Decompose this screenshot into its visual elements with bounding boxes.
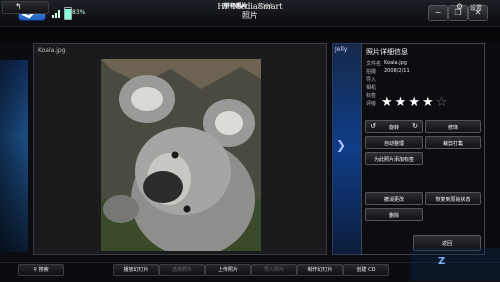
next-photo-filename: Jelly [335, 46, 348, 53]
star-2-icon[interactable]: ★ [395, 95, 409, 110]
play-slideshow-label: 播放幻灯片 [123, 267, 149, 273]
return-label: 返回 [441, 241, 452, 247]
create-slideshow-label: 制作幻灯片 [307, 267, 333, 273]
star-4-icon[interactable]: ★ [422, 95, 436, 110]
detail-label-camera: 相机 [366, 85, 377, 91]
select-photo-label: 选择照片 [171, 267, 192, 273]
upload-photo-label: 上传照片 [217, 267, 238, 273]
import-photo-button[interactable]: 导入照片 [251, 264, 297, 276]
restore-original-button[interactable]: 恢复到原始状态 [425, 192, 481, 205]
select-photo-button[interactable]: 选择照片 [159, 264, 205, 276]
navigation-bar [0, 26, 500, 41]
previous-photo-shade [0, 60, 28, 252]
detail-label-rating: 评级 [366, 101, 377, 107]
koala-photo[interactable] [101, 59, 261, 251]
star-1-icon[interactable]: ★ [381, 95, 395, 110]
detail-label-filename: 文件名 [366, 61, 382, 67]
crop-button[interactable]: 裁剪打集 [425, 136, 481, 149]
rating-stars[interactable]: ★★★★☆ [381, 95, 449, 110]
delete-label: 删除 [388, 213, 399, 219]
upload-photo-button[interactable]: 上传照片 [205, 264, 251, 276]
star-3-icon[interactable]: ★ [408, 95, 422, 110]
back-icon: ↰ [15, 2, 22, 11]
rotate-right-icon[interactable]: ↻ [410, 122, 420, 130]
add-tags-button[interactable]: 为此照片添加标签 [365, 152, 423, 165]
create-cd-button[interactable]: 创建 CD [343, 264, 389, 276]
details-title: 照片详细信息 [366, 48, 408, 56]
photo-details-panel [361, 43, 485, 255]
watermark-logo: Z [410, 248, 500, 281]
detail-label-imported: 导入 [366, 77, 377, 83]
star-5-icon[interactable]: ☆ [436, 95, 450, 110]
photo-filename: Koala.jpg [38, 47, 66, 54]
auto-adjust-label: 自动整理 [383, 141, 404, 147]
fix-label: 修饰 [447, 125, 458, 131]
create-slideshow-button[interactable]: 制作幻灯片 [297, 264, 343, 276]
next-arrow-icon[interactable]: ❯ [336, 138, 346, 152]
detail-label-taken: 拍摄 [366, 69, 377, 75]
detail-value-filename: Koala.jpg [384, 60, 407, 66]
search-icon: ⚲ [33, 267, 38, 273]
play-slideshow-button[interactable]: 播放幻灯片 [113, 264, 159, 276]
gear-icon[interactable]: ⚙ [456, 2, 463, 12]
detail-label-tags: 标签 [366, 93, 377, 99]
import-photo-label: 导入照片 [263, 267, 284, 273]
koala-image [101, 59, 261, 251]
search-label: 搜索 [38, 267, 49, 273]
undo-changes-button[interactable]: 撤消更改 [365, 192, 423, 205]
back-button[interactable]: ↰ [2, 1, 49, 14]
undo-changes-label: 撤消更改 [383, 197, 404, 203]
search-button[interactable]: ⚲ 搜索 [18, 264, 64, 276]
add-tags-label: 为此照片添加标签 [373, 157, 414, 163]
fix-button[interactable]: 修饰 [425, 120, 481, 133]
auto-adjust-button[interactable]: 自动整理 [365, 136, 423, 149]
detail-value-taken: 2008/2/11 [384, 68, 410, 74]
rotate-button[interactable]: ↺ 旋转 ↻ [365, 120, 423, 133]
breadcrumb: 所有照片 2008 [48, 1, 448, 13]
create-cd-label: 创建 CD [356, 267, 376, 273]
breadcrumb-year[interactable]: 2008 [257, 3, 272, 10]
delete-button[interactable]: 删除 [365, 208, 423, 221]
crop-label: 裁剪打集 [442, 141, 463, 147]
restore-original-label: 恢复到原始状态 [435, 197, 471, 203]
breadcrumb-all-photos[interactable]: 所有照片 [223, 3, 247, 10]
watermark-z-icon: Z [438, 256, 446, 267]
settings-label[interactable]: 设置 [470, 3, 482, 12]
